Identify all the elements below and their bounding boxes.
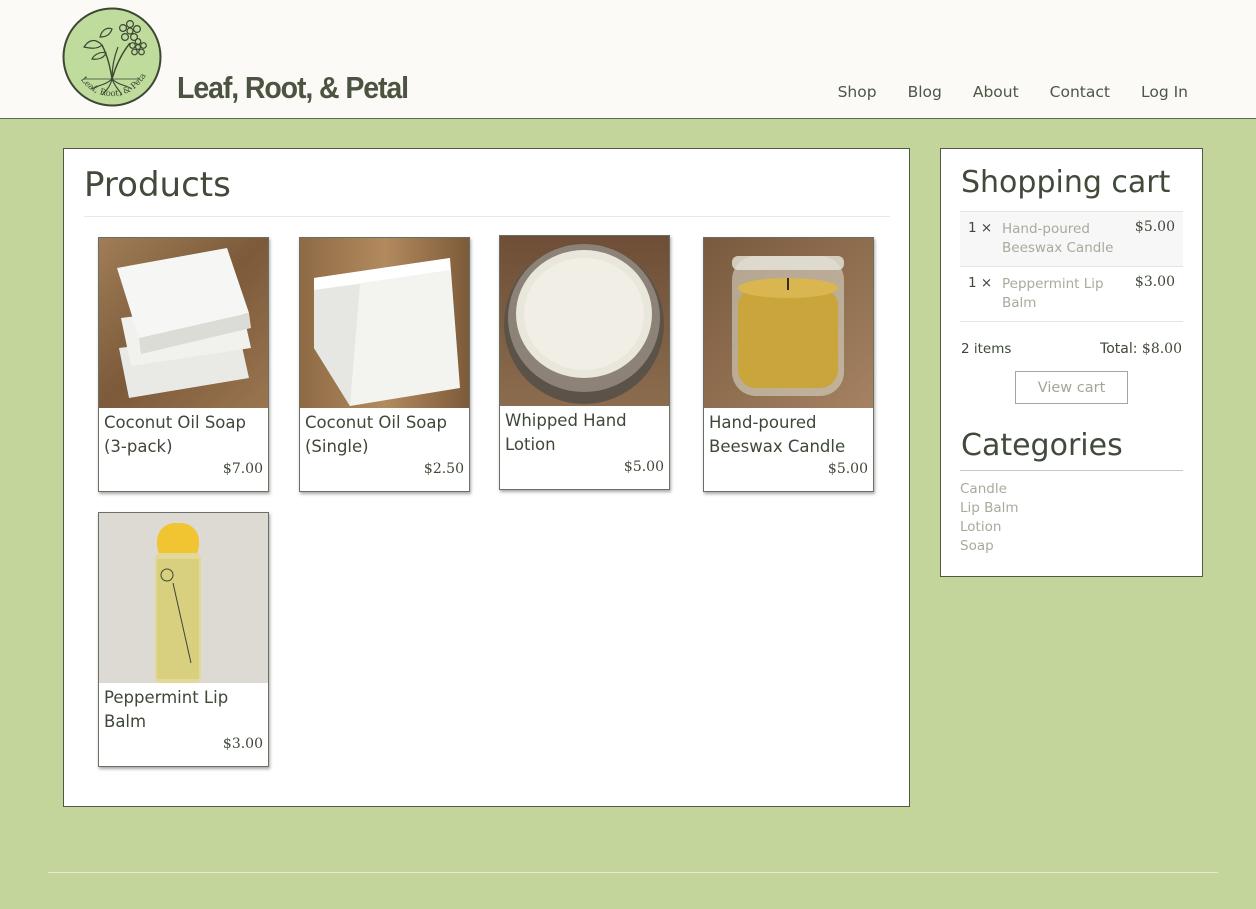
product-image-single-soap[interactable]	[300, 238, 469, 408]
cart-item-price: $3.00	[1134, 274, 1175, 290]
cart-items: 1 × Hand-poured Beeswax Candle $5.00 1 ×…	[960, 211, 1183, 322]
title-divider	[84, 216, 890, 217]
product-name[interactable]: Hand-poured Beeswax Candle	[709, 411, 869, 459]
categories-divider	[960, 470, 1183, 471]
product-card[interactable]: Hand-poured Beeswax Candle $5.00	[703, 237, 874, 492]
cart-total: Total: $8.00	[1100, 341, 1182, 357]
product-card[interactable]: Peppermint Lip Balm $3.00	[98, 512, 269, 767]
nav-blog-link[interactable]: Blog	[877, 80, 942, 104]
product-card[interactable]: Coconut Oil Soap (3-pack) $7.00	[98, 237, 269, 492]
category-link-soap[interactable]: Soap	[960, 537, 1019, 556]
main-nav: Shop Blog About Contact Log In	[807, 80, 1188, 104]
product-name[interactable]: Peppermint Lip Balm	[104, 686, 264, 734]
cart-row: 1 × Hand-poured Beeswax Candle $5.00	[960, 212, 1183, 267]
nav-contact-link[interactable]: Contact	[1019, 80, 1110, 104]
products-panel: Products Coconut Oil Soap (3-pack) $7.00	[63, 148, 910, 807]
category-link-lotion[interactable]: Lotion	[960, 518, 1019, 537]
nav-shop-link[interactable]: Shop	[807, 80, 877, 104]
cart-item-price: $5.00	[1134, 219, 1175, 235]
page-title: Products	[84, 165, 231, 205]
cart-item-count: 2 items	[961, 341, 1012, 357]
product-card[interactable]: Whipped Hand Lotion $5.00	[499, 235, 670, 490]
product-card[interactable]: Coconut Oil Soap (Single) $2.50	[299, 237, 470, 492]
product-price: $5.00	[623, 459, 664, 475]
category-link-lip-balm[interactable]: Lip Balm	[960, 499, 1019, 518]
cart-item-link[interactable]: Peppermint Lip Balm	[1002, 275, 1122, 313]
category-list: Candle Lip Balm Lotion Soap	[960, 480, 1019, 556]
cart-item-qty: 1 ×	[968, 275, 993, 291]
categories-heading: Categories	[961, 428, 1123, 463]
product-image-stacked-soap[interactable]	[99, 238, 268, 408]
product-price: $5.00	[827, 461, 868, 477]
product-image-lip-balm[interactable]	[99, 513, 268, 683]
cart-heading: Shopping cart	[961, 165, 1171, 200]
product-image-beeswax-candle[interactable]	[704, 238, 873, 408]
nav-about-link[interactable]: About	[942, 80, 1019, 104]
product-name[interactable]: Whipped Hand Lotion	[505, 409, 665, 457]
product-image-lotion-tin[interactable]	[500, 236, 669, 406]
cart-total-label: Total:	[1100, 341, 1138, 357]
cart-row: 1 × Peppermint Lip Balm $3.00	[960, 267, 1183, 322]
footer-divider	[48, 872, 1218, 873]
product-price: $2.50	[423, 461, 464, 477]
product-price: $7.00	[222, 461, 263, 477]
category-link-candle[interactable]: Candle	[960, 480, 1019, 499]
product-name[interactable]: Coconut Oil Soap (Single)	[305, 411, 465, 459]
cart-total-amount: $8.00	[1141, 341, 1182, 357]
site-header: Leaf, Root, & Petal Leaf, Root, & Petal …	[0, 0, 1256, 119]
sidebar: Shopping cart 1 × Hand-poured Beeswax Ca…	[940, 148, 1203, 577]
cart-item-qty: 1 ×	[968, 220, 993, 236]
logo-badge-icon: Leaf, Root, & Petal	[62, 7, 162, 107]
view-cart-button[interactable]: View cart	[1015, 371, 1128, 404]
site-title[interactable]: Leaf, Root, & Petal	[177, 66, 409, 110]
cart-item-link[interactable]: Hand-poured Beeswax Candle	[1002, 220, 1122, 258]
product-name[interactable]: Coconut Oil Soap (3-pack)	[104, 411, 264, 459]
product-price: $3.00	[222, 736, 263, 752]
nav-login-link[interactable]: Log In	[1110, 80, 1188, 104]
